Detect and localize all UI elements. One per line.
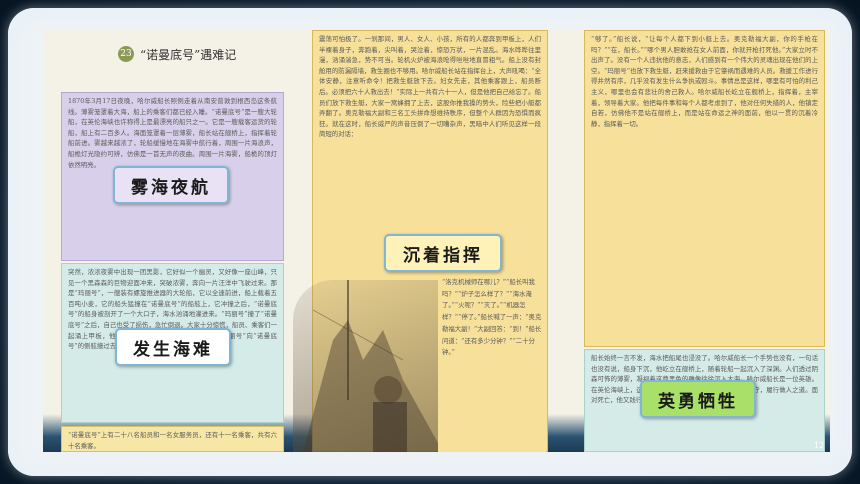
lesson-header: 23 “诺曼底号”遇难记 — [118, 44, 236, 64]
label-foggy-voyage: 雾海夜航 — [113, 166, 229, 204]
page-number: 12 — [813, 441, 824, 450]
dialogue-text: “洛克机械师在哪儿？”“船长叫我吗？”“炉子怎么样了？”“海水淹了。”“火呢？”… — [438, 275, 546, 452]
section-order-text: “够了。”船长说，“让每个人都下到小艇上去。奥克勒福大副，你的手枪在吗？”“在，… — [584, 30, 825, 347]
label-heroic-sacrifice: 英勇牺牲 — [640, 380, 756, 418]
captain-illustration — [293, 280, 443, 452]
lesson-number-badge: 23 — [118, 46, 134, 62]
ship-captain-image — [303, 280, 443, 452]
label-disaster: 发生海难 — [115, 328, 231, 366]
lesson-title: “诺曼底号”遇难记 — [140, 47, 237, 62]
label-calm-command: 沉着指挥 — [384, 234, 502, 272]
section-passengers-text: “诺曼底号”上有二十八名船员和一名女服务员，还有十一名乘客，共有六十名乘客。 — [61, 426, 284, 452]
